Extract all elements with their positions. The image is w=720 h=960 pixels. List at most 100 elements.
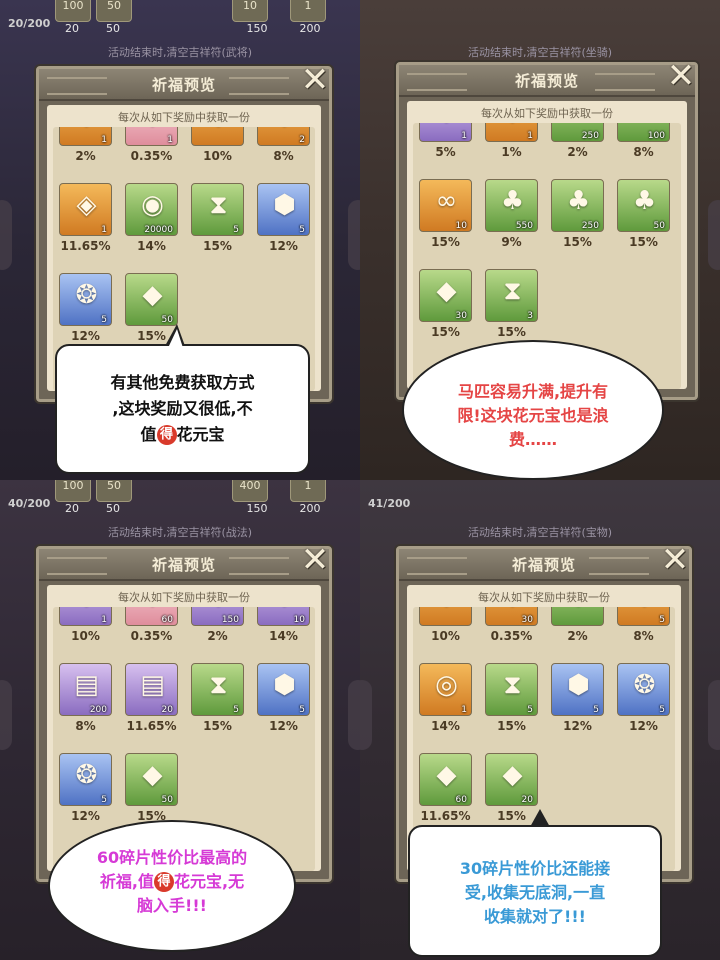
reward-tile: ◈ 150 — [191, 607, 244, 626]
reward-item[interactable]: ❂ 5 12% — [59, 753, 114, 823]
reward-quantity: 3 — [527, 311, 533, 321]
reward-tile: ⧗ 3 — [485, 269, 538, 322]
reward-quantity: 10 — [455, 221, 467, 231]
reward-probability: 2% — [567, 629, 588, 643]
dialog-titlebar: 祈福预览 ✕ — [39, 543, 329, 581]
reward-tile: ♣ 250 — [551, 179, 604, 232]
hourglass-icon: ⧗ — [503, 670, 522, 700]
reward-quantity: 1 — [101, 225, 107, 235]
bag-icon: ❂ — [552, 123, 605, 126]
reward-item[interactable]: ◆ 50 15% — [125, 753, 180, 823]
reward-item[interactable]: ♣ 50 15% — [617, 179, 672, 249]
reward-item[interactable]: ♣ 550 9% — [485, 179, 540, 249]
reward-item[interactable]: ⧗ 5 15% — [191, 183, 246, 253]
reward-item[interactable]: ⧗ 5 15% — [485, 663, 540, 733]
reward-item[interactable]: ◈ 1 11.65% — [59, 183, 114, 253]
reward-item[interactable]: ◎ 1 14% — [419, 663, 474, 733]
reward-item[interactable]: ❂ 100 8% — [617, 123, 672, 159]
close-icon[interactable]: ✕ — [299, 63, 331, 97]
reward-tile: ♣ 50 — [617, 179, 670, 232]
close-icon[interactable]: ✕ — [299, 543, 331, 577]
reward-item[interactable]: ◈ 60 0.35% — [125, 607, 180, 643]
reward-item[interactable]: ◈15% — [419, 123, 474, 159]
reward-item[interactable]: ◈10.35% — [125, 127, 180, 163]
sack-icon: ♣ — [500, 186, 525, 216]
reward-quantity: 100 — [647, 131, 665, 141]
reward-quantity: 200 — [89, 705, 107, 715]
reward-item[interactable]: ◈28% — [257, 127, 312, 163]
reward-probability: 15% — [563, 235, 592, 249]
reward-item[interactable]: ⬢ 5 12% — [551, 663, 606, 733]
reward-item[interactable]: ◈11% — [485, 123, 540, 159]
reward-tile: ∞ 10 — [419, 179, 472, 232]
reward-item[interactable]: ◈ 30 0.35% — [485, 607, 540, 643]
reward-tile: ◈ — [419, 607, 472, 626]
reward-item[interactable]: ❂ 250 2% — [551, 123, 606, 159]
reward-item[interactable]: ⧗ 3 15% — [485, 269, 540, 339]
reward-quantity: 20 — [521, 795, 533, 805]
reward-item[interactable]: ◆ 20 15% — [485, 753, 540, 823]
shard-icon: ◆ — [436, 276, 457, 306]
shard-icon: ◆ — [142, 280, 163, 310]
reward-quantity: 60 — [161, 615, 173, 625]
reward-item[interactable]: ▤ 20 11.65% — [125, 663, 180, 733]
reward-tile: ◈5 — [617, 607, 670, 626]
close-icon[interactable]: ✕ — [665, 59, 697, 93]
reward-tile: ⧗ 5 — [191, 663, 244, 716]
side-button[interactable] — [0, 680, 12, 750]
jade-icon: ◎ — [435, 670, 458, 700]
comment-bubble: 60碎片性价比最高的 祈福,值得花元宝,无 脑入手!!! — [48, 820, 296, 952]
reward-item[interactable]: ◈ 10% — [419, 607, 474, 643]
shard-icon: ◆ — [142, 760, 163, 790]
reward-probability: 2% — [567, 145, 588, 159]
reward-item[interactable]: ❂ 5 12% — [59, 273, 114, 343]
reward-tile: ❂ 250 — [551, 123, 604, 142]
side-button[interactable] — [708, 200, 720, 270]
reward-probability: 2% — [207, 629, 228, 643]
reward-quantity: 5 — [659, 705, 665, 715]
reward-item[interactable]: ▤ 200 8% — [59, 663, 114, 733]
scroll-icon: ▤ — [140, 670, 165, 700]
reward-item[interactable]: ⬢ 5 12% — [257, 183, 312, 253]
strip-bottom-number: 200 — [299, 502, 321, 515]
reward-tile: ⬢ 5 — [257, 663, 310, 716]
side-button[interactable] — [348, 680, 360, 750]
reward-item[interactable]: ◆ 60 11.65% — [419, 753, 474, 823]
reward-tile: ❂ 5 — [617, 663, 670, 716]
reward-tile: ◈1 — [419, 123, 472, 142]
dialog-subtitle: 每次从如下奖励中获取一份 — [118, 591, 250, 604]
side-button[interactable] — [0, 200, 12, 270]
token-icon: ◈ — [618, 607, 671, 610]
reward-tile: ◈1 — [125, 127, 178, 146]
reward-item[interactable]: ◈ 10% — [191, 127, 246, 163]
reward-item[interactable]: ◈ 2% — [551, 607, 606, 643]
bubble-line: 60碎片性价比最高的 — [96, 848, 248, 867]
reward-item[interactable]: ∞ 10 15% — [419, 179, 474, 249]
reward-probability: 8% — [75, 719, 96, 733]
reward-strip: 41/200 — [360, 480, 720, 518]
reward-item[interactable]: ❂ 5 12% — [617, 663, 672, 733]
token-icon: ◈ — [192, 607, 245, 610]
reward-item[interactable]: ♣ 250 15% — [551, 179, 606, 249]
progress-counter: 40/200 — [8, 497, 51, 510]
reward-quantity: 1 — [167, 135, 173, 145]
side-button[interactable] — [360, 680, 372, 750]
side-button[interactable] — [348, 200, 360, 270]
bubble-line: 祈福,值得花元宝,无 — [99, 872, 245, 892]
close-icon[interactable]: ✕ — [659, 543, 691, 577]
reward-item[interactable]: ◈58% — [617, 607, 672, 643]
reward-item[interactable]: ⧗ 5 15% — [191, 663, 246, 733]
reward-item[interactable]: ◈12% — [59, 127, 114, 163]
reward-item[interactable]: ◈ 10 14% — [257, 607, 312, 643]
reward-tile: ◎ 1 — [419, 663, 472, 716]
scroll-icon: ▤ — [74, 670, 99, 700]
reward-item[interactable]: ◆ 30 15% — [419, 269, 474, 339]
activity-notice: 活动结束时,清空吉祥符(坐骑) — [467, 46, 613, 59]
reward-item[interactable]: ◈110% — [59, 607, 114, 643]
reward-item[interactable]: ⬢ 5 12% — [257, 663, 312, 733]
reward-item[interactable]: ◉ 20000 14% — [125, 183, 180, 253]
reward-tile: ◆ 20 — [485, 753, 538, 806]
reward-item[interactable]: ◈ 150 2% — [191, 607, 246, 643]
dialog-titlebar: 祈福预览 ✕ — [39, 63, 329, 101]
side-button[interactable] — [708, 680, 720, 750]
